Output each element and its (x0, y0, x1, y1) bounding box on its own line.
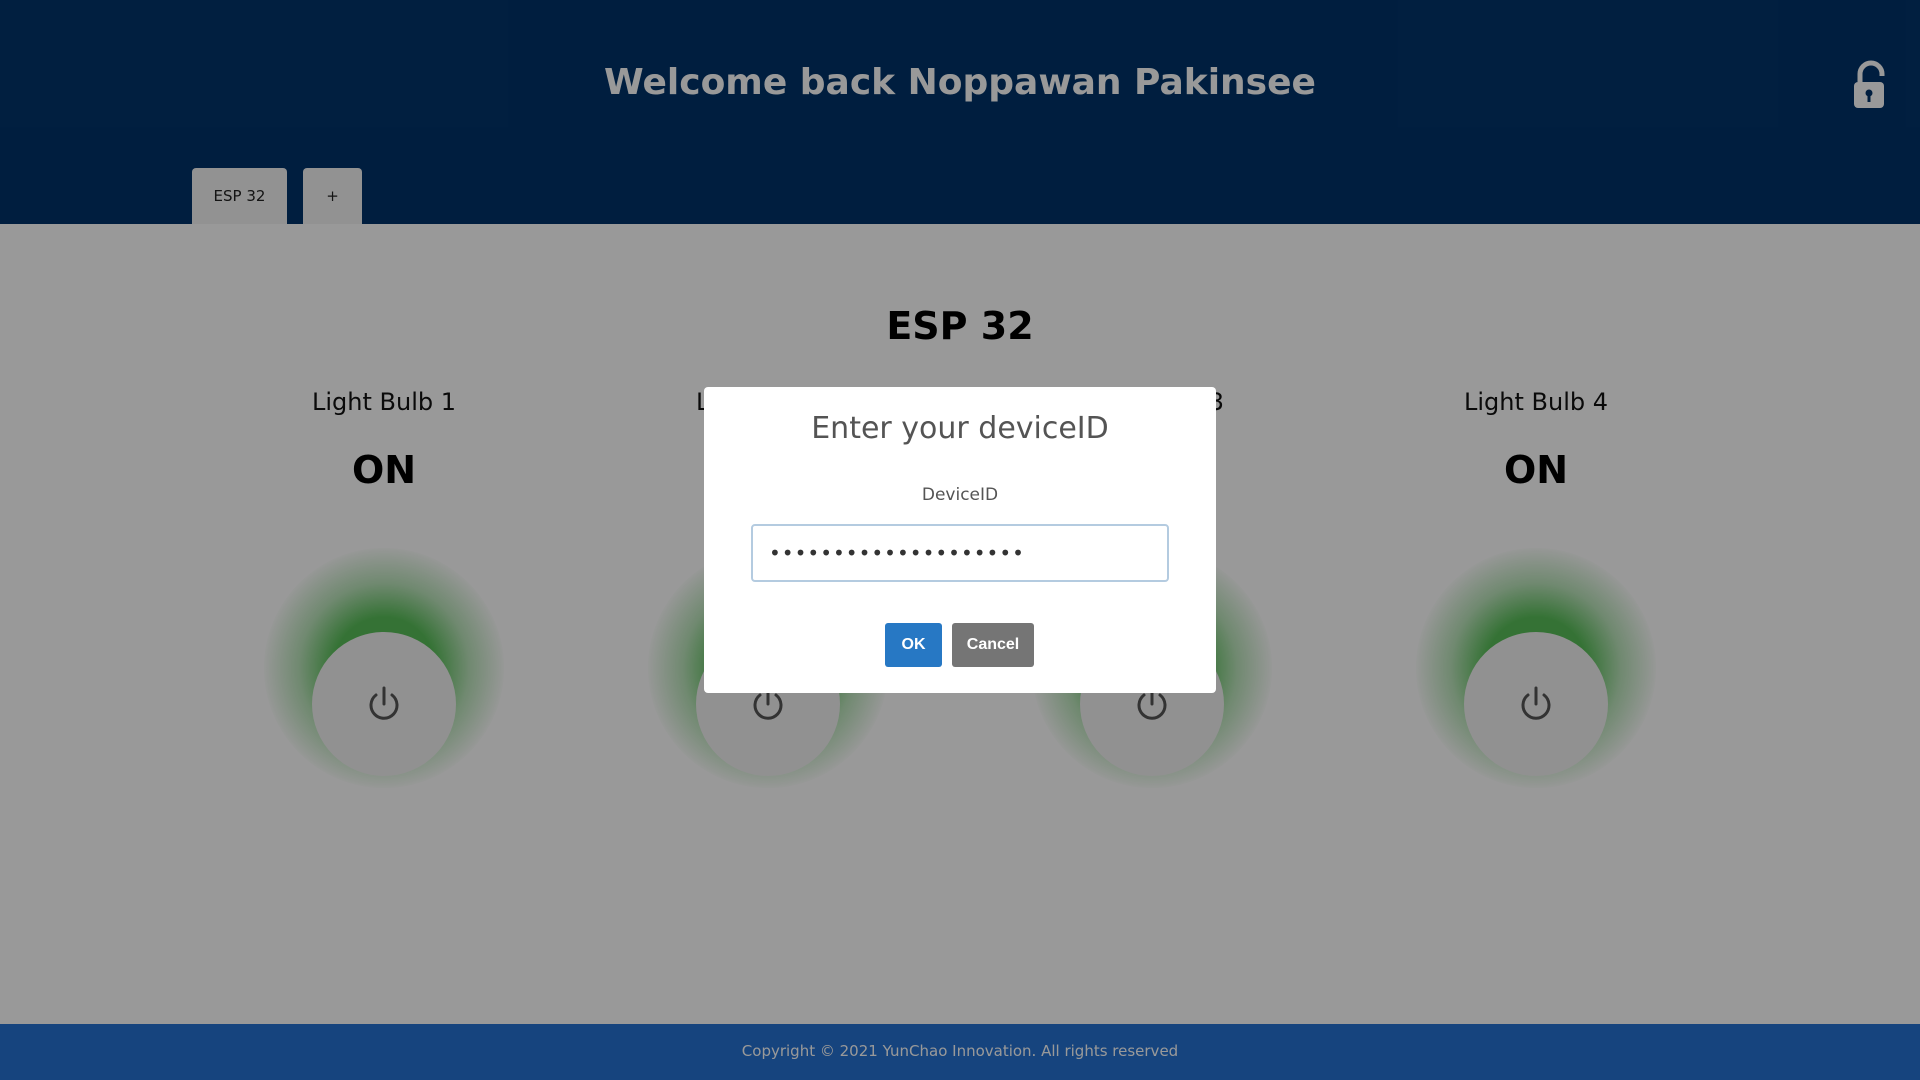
cancel-button[interactable]: Cancel (952, 623, 1034, 667)
dialog-title: Enter your deviceID (811, 411, 1109, 446)
device-id-input[interactable] (751, 524, 1169, 582)
ok-button[interactable]: OK (885, 623, 942, 667)
device-id-dialog: Enter your deviceID DeviceID OK Cancel (704, 387, 1216, 693)
device-id-label: DeviceID (921, 485, 999, 505)
